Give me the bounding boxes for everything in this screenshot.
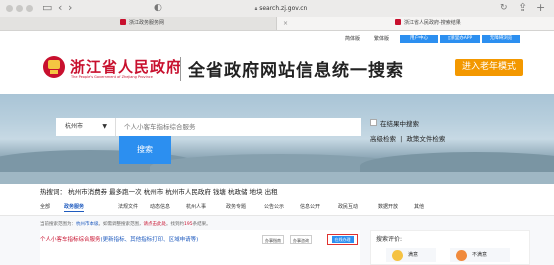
window-minimize-dot[interactable] [16, 5, 23, 12]
search-input[interactable] [116, 118, 361, 136]
simplified-link[interactable]: 简体版 [345, 34, 360, 44]
site-title: 全省政府网站信息统一搜索 [188, 61, 404, 81]
window-close-dot[interactable] [6, 5, 13, 12]
national-emblem-icon [43, 56, 65, 78]
results-summary: 当前搜索范围为：杭州市本级。如需调整搜索范围，请点击此处。找到约195条结果。 [40, 222, 211, 227]
caret-down-icon: ▼ [102, 123, 107, 130]
sad-face-icon [456, 250, 467, 261]
tab-zwfw[interactable]: 浙江政务服务网 [0, 17, 277, 30]
hot-word[interactable]: 地块 [250, 188, 263, 196]
tab-notices[interactable]: 公告公示 [264, 202, 284, 212]
feedback-title: 搜索评价: [376, 236, 403, 243]
search-hero: 杭州市 ▼ 搜索 在结果中搜索 高级检索 | 政策文件检索 [0, 94, 554, 184]
tab-topics[interactable]: 政务专题 [226, 202, 246, 212]
favicon-icon [395, 19, 401, 25]
gov-name: 浙江省人民政府 [70, 58, 183, 76]
header-divider [180, 57, 181, 81]
reload-icon[interactable]: ↻ [500, 2, 508, 14]
search-button[interactable]: 搜索 [119, 136, 171, 164]
search-options: 高级检索 | 政策文件检索 [370, 135, 446, 143]
in-results-checkbox[interactable] [370, 119, 377, 126]
back-icon[interactable]: ‹ [58, 2, 62, 14]
hot-word[interactable]: 杭州市 [144, 188, 164, 196]
hot-word[interactable]: 钱塘 [213, 188, 226, 196]
site-header: 浙江省人民政府 The People's Government of Zheji… [0, 46, 554, 94]
policy-search-link[interactable]: 政策文件检索 [406, 135, 445, 143]
user-center-button[interactable]: 用户中心 [400, 35, 438, 43]
guide-button[interactable]: 办事指南 [262, 235, 284, 244]
tab-news[interactable]: 动态信息 [150, 202, 170, 212]
hot-words: 热搜词： 杭州市消费券 最多跑一次 杭州市 杭州市人民政府 钱塘 杭政储 地块 … [40, 186, 278, 196]
apply-online-button[interactable]: 在线办理 [327, 234, 358, 245]
tab-search-results[interactable]: 浙江省人民政府-搜索结果 × [277, 17, 554, 30]
tab-all[interactable]: 全部 [40, 202, 50, 212]
window-zoom-dot[interactable] [26, 5, 33, 12]
lock-icon: 🔒︎ [254, 6, 258, 12]
zwfw-app-button[interactable]: ▯浙里办APP [440, 35, 480, 43]
advanced-search-link[interactable]: 高级检索 [370, 135, 396, 143]
result-count: 195 [184, 222, 193, 227]
satisfied-button[interactable]: 满意 [386, 248, 436, 262]
water-shape [0, 172, 554, 184]
tab-open-data[interactable]: 数据开放 [378, 202, 398, 212]
hot-and-tabs: 热搜词： 杭州市消费券 最多跑一次 杭州市 杭州市人民政府 钱塘 杭政储 地块 … [0, 184, 554, 216]
result-title[interactable]: 个人小客车指标综合服务(更新指标、其他指标打印、区域申请等) [40, 235, 198, 243]
tab-personnel[interactable]: 杭州人事 [186, 202, 206, 212]
new-tab-icon[interactable]: + [536, 2, 545, 14]
share-icon[interactable]: ⇪ [518, 2, 527, 14]
hot-word[interactable]: 杭州市消费券 [68, 188, 107, 196]
tab-interaction[interactable]: 政民互动 [338, 202, 358, 212]
favicon-icon [120, 19, 126, 25]
results-area: 当前搜索范围为：杭州市本级。如需调整搜索范围，请点击此处。找到约195条结果。 … [0, 216, 554, 265]
scope-select[interactable]: 杭州市 ▼ [56, 118, 116, 136]
hot-word[interactable]: 杭州市人民政府 [165, 188, 211, 196]
url-text: search.zj.gov.cn [259, 5, 308, 12]
elder-mode-button[interactable]: 进入老年模式 [455, 59, 523, 76]
tab-close-icon[interactable]: × [283, 17, 288, 30]
utility-bar: 简体版 繁体版 用户中心 ▯浙里办APP 无障碍浏览 [0, 31, 554, 46]
shield-icon[interactable]: ◐ [154, 2, 162, 14]
forward-icon[interactable]: › [68, 2, 72, 14]
tab-gov-service[interactable]: 政务服务 [64, 202, 85, 212]
change-scope-link[interactable]: 请点击此处 [144, 222, 167, 227]
unsatisfied-button[interactable]: 不满意 [450, 248, 510, 262]
smile-icon [392, 250, 403, 261]
sidebar-toggle-icon[interactable]: ▭ [42, 2, 52, 14]
hot-label: 热搜词： [40, 188, 66, 196]
tab-other[interactable]: 其他 [414, 202, 424, 212]
hot-word[interactable]: 出租 [265, 188, 278, 196]
accessibility-button[interactable]: 无障碍浏览 [482, 35, 520, 43]
url-bar[interactable]: 🔒︎ search.zj.gov.cn [216, 2, 346, 15]
gov-name-en: The People's Government of Zhejiang Prov… [71, 75, 153, 79]
hot-word[interactable]: 杭政储 [228, 188, 248, 196]
in-results-label: 在结果中搜索 [380, 120, 419, 128]
traditional-link[interactable]: 繁体版 [374, 34, 389, 44]
tab-disclosure[interactable]: 信息公开 [300, 202, 320, 212]
browser-chrome: ▭ ‹ › ◐ 🔒︎ search.zj.gov.cn ↻ ⇪ + 浙江政务服务… [0, 0, 554, 31]
hot-word[interactable]: 最多跑一次 [109, 188, 142, 196]
consult-button[interactable]: 办事咨询 [290, 235, 312, 244]
tab-regulations[interactable]: 法规文件 [118, 202, 138, 212]
scope-value: 杭州市本级 [76, 222, 99, 227]
